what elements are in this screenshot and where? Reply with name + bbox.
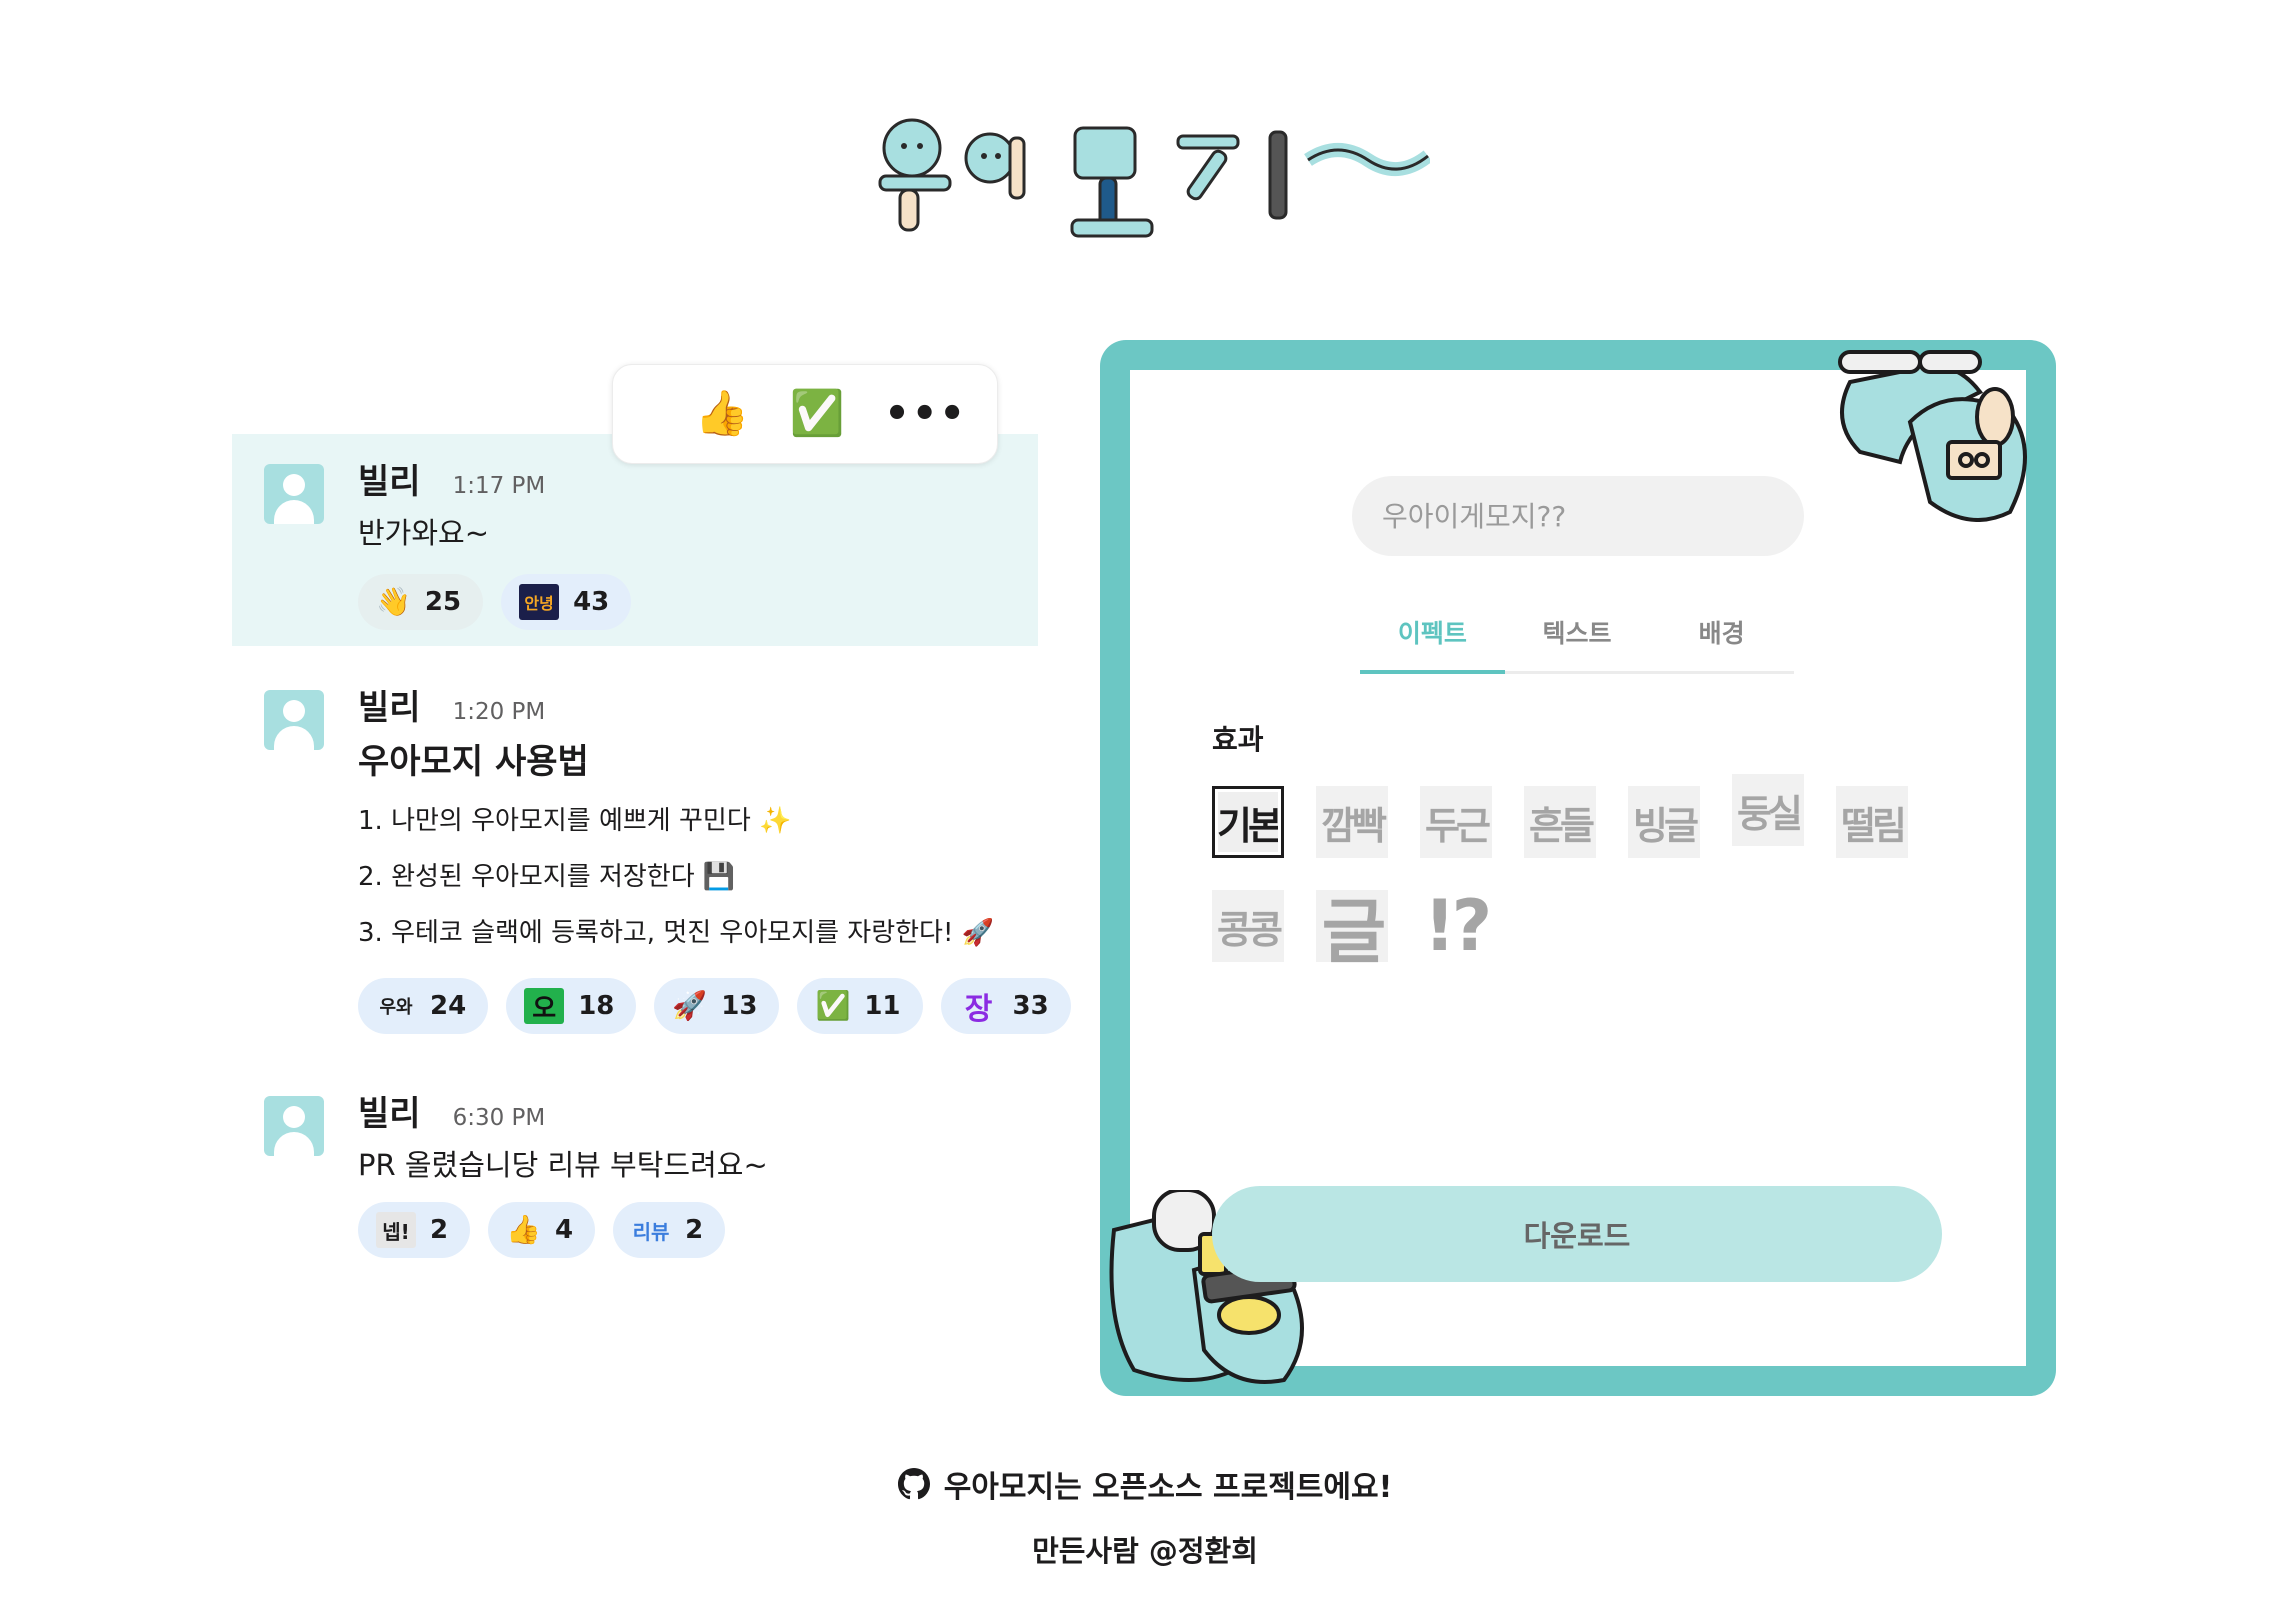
- reaction[interactable]: 우와 24: [358, 978, 489, 1034]
- reaction-count: 2: [685, 1215, 704, 1245]
- effect-option-basic[interactable]: 기본: [1212, 786, 1284, 858]
- reaction[interactable]: 오 18: [506, 978, 637, 1034]
- tab-background[interactable]: 배경: [1649, 610, 1794, 671]
- nep-emoji: 넵!: [376, 1212, 416, 1248]
- message-title: 우아모지 사용법: [358, 742, 589, 782]
- reaction[interactable]: 안녕 43: [501, 574, 632, 630]
- rocket-icon: 🚀: [672, 989, 708, 1022]
- github-icon[interactable]: [897, 1468, 930, 1500]
- sender-name[interactable]: 빌리: [358, 1086, 421, 1135]
- tab-effect[interactable]: 이펙트: [1360, 610, 1505, 674]
- message-actions-toolbar: 👍 ✅ •••: [612, 364, 998, 464]
- message-text: 반가와요~: [358, 516, 490, 550]
- reaction-count: 33: [1012, 991, 1049, 1021]
- jang-emoji: 장: [964, 992, 993, 1027]
- reaction-count: 18: [578, 991, 615, 1021]
- reaction[interactable]: ✅ 11: [797, 978, 923, 1034]
- character-illustration-top: [1838, 350, 2027, 522]
- page: 👍 ✅ ••• 빌리 1:17 PM 반가와요~ 👋 25 안녕 43 빌리 1…: [0, 0, 2290, 1614]
- reactions: 👋 25 안녕 43: [358, 574, 632, 630]
- oh-emoji: 오: [524, 988, 565, 1024]
- reactions: 우와 24 오 18 🚀 13 ✅ 11 장 33: [358, 978, 1071, 1034]
- effect-option-shake[interactable]: 흔들: [1524, 786, 1596, 858]
- reactions: 넵! 2 👍 4 리뷰 2: [358, 1202, 726, 1258]
- tab-text[interactable]: 텍스트: [1505, 610, 1650, 671]
- effect-option-tremble[interactable]: 떨림: [1836, 786, 1908, 858]
- effect-option-bounce[interactable]: 콩콩: [1212, 890, 1284, 962]
- effect-option-spin[interactable]: 빙글: [1628, 786, 1700, 858]
- sender-name[interactable]: 빌리: [358, 454, 421, 503]
- timestamp[interactable]: 1:17 PM: [453, 473, 546, 499]
- reaction[interactable]: 장 33: [940, 978, 1071, 1034]
- section-label-effect: 효과: [1212, 723, 1264, 756]
- effect-option-zoom[interactable]: 글: [1316, 890, 1388, 973]
- message-line: 2. 완성된 우아모지를 저장한다 💾: [358, 862, 736, 892]
- reaction-count: 4: [554, 1215, 574, 1245]
- message-1: 빌리 1:17 PM 반가와요~ 👋 25 안녕 43: [232, 434, 1038, 646]
- avatar: [264, 464, 324, 524]
- open-source-link[interactable]: 우아모지는 오픈소스 프로젝트에요!: [944, 1462, 1393, 1506]
- footer-open-source: 우아모지는 오픈소스 프로젝트에요!: [0, 1462, 2290, 1506]
- effect-option-flip[interactable]: !?: [1420, 885, 1492, 967]
- author-credit[interactable]: 만든사람 @정환희: [0, 1528, 2290, 1570]
- message-3: 빌리 6:30 PM PR 올렸습니당 리뷰 부탁드려요~ 넵! 2 👍 4 리…: [232, 1066, 1038, 1266]
- message-text: PR 올렸습니당 리뷰 부탁드려요~: [358, 1148, 768, 1182]
- chat-preview: 👍 ✅ ••• 빌리 1:17 PM 반가와요~ 👋 25 안녕 43 빌리 1…: [232, 360, 1071, 1300]
- timestamp[interactable]: 1:20 PM: [453, 699, 546, 725]
- search-input[interactable]: [1352, 476, 1804, 556]
- avatar: [264, 1096, 324, 1156]
- check-icon: ✅: [815, 989, 851, 1022]
- annyeong-emoji: 안녕: [519, 584, 560, 620]
- message-line: 3. 우테코 슬랙에 등록하고, 멋진 우아모지를 자랑한다! 🚀: [358, 918, 995, 948]
- effect-option-blink[interactable]: 깜빡: [1316, 786, 1388, 858]
- effect-option-heartbeat[interactable]: 두근: [1420, 786, 1492, 858]
- reaction-count: 25: [424, 587, 462, 617]
- reaction[interactable]: 👍 4: [488, 1202, 596, 1258]
- reaction[interactable]: 👋 25: [358, 574, 484, 630]
- logo: [860, 108, 1433, 248]
- reaction-count: 11: [864, 991, 901, 1021]
- effect-option-float[interactable]: 둥실: [1732, 774, 1804, 846]
- download-button[interactable]: 다운로드: [1212, 1186, 1942, 1282]
- reaction[interactable]: 넵! 2: [358, 1202, 471, 1258]
- reaction-count: 43: [573, 587, 610, 617]
- reaction[interactable]: 🚀 13: [654, 978, 780, 1034]
- reaction-count: 2: [430, 1215, 449, 1245]
- thumbs-up-icon[interactable]: 👍: [695, 392, 750, 436]
- wave-icon: 👋: [376, 585, 411, 618]
- logo-illustration: [878, 118, 1433, 238]
- more-icon[interactable]: •••: [884, 394, 967, 434]
- message-2: 빌리 1:20 PM 우아모지 사용법 1. 나만의 우아모지를 예쁘게 꾸민다…: [232, 660, 1071, 1060]
- message-line: 1. 나만의 우아모지를 예쁘게 꾸민다 ✨: [358, 806, 792, 836]
- editor-tabs: 이펙트 텍스트 배경: [1360, 610, 1794, 674]
- review-emoji: 리뷰: [632, 1219, 670, 1244]
- timestamp[interactable]: 6:30 PM: [453, 1105, 546, 1131]
- avatar: [264, 690, 324, 750]
- sender-name[interactable]: 빌리: [358, 680, 421, 729]
- thumbs-up-icon: 👍: [506, 1213, 541, 1246]
- reaction-count: 13: [721, 991, 758, 1021]
- reaction[interactable]: 리뷰 2: [613, 1202, 726, 1258]
- wow-emoji: 우와: [379, 997, 413, 1018]
- check-icon[interactable]: ✅: [790, 392, 845, 436]
- reaction-count: 24: [430, 991, 467, 1021]
